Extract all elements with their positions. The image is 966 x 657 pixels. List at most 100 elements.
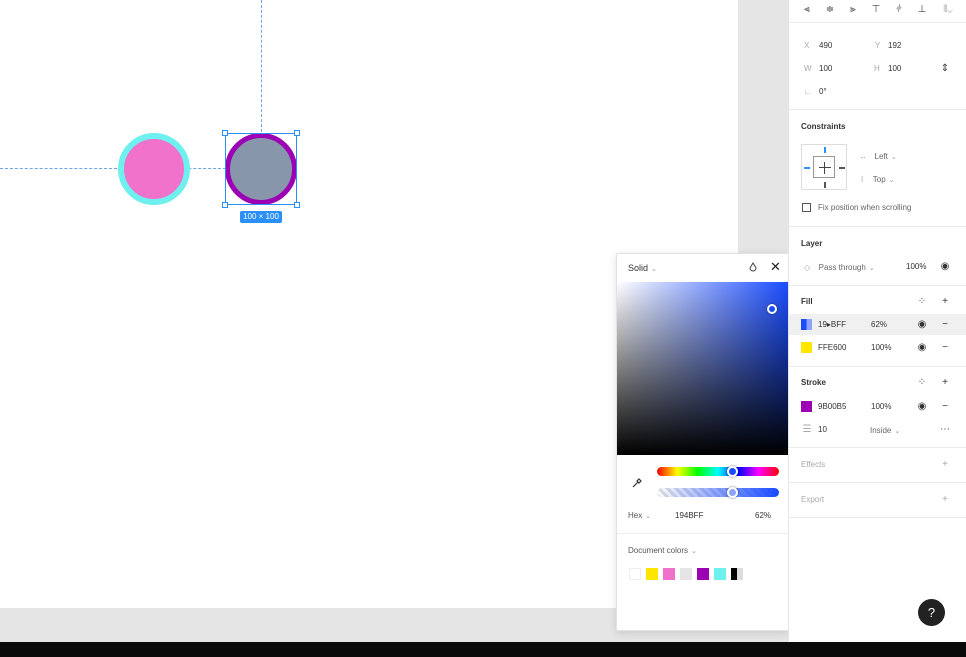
align-bottom-icon[interactable]: ⊥ <box>916 4 928 16</box>
swatch-white[interactable] <box>629 568 641 580</box>
remove-stroke-icon[interactable]: − <box>939 401 951 413</box>
width-input[interactable]: 100 <box>819 64 832 73</box>
constraints-widget[interactable] <box>801 144 847 190</box>
hue-slider-knob[interactable] <box>727 466 738 477</box>
swatch-yellow[interactable] <box>646 568 658 580</box>
opacity-slider[interactable] <box>657 488 779 497</box>
rotation-input[interactable]: 0° <box>819 87 827 96</box>
add-effect-icon[interactable]: + <box>939 459 951 471</box>
color-format-label: Hex <box>628 511 643 520</box>
align-left-icon[interactable]: ⫷ <box>801 4 813 16</box>
x-input[interactable]: 490 <box>819 41 832 50</box>
resize-handle-top-left[interactable] <box>222 130 228 136</box>
chevron-down-icon: ⌄ <box>890 154 897 161</box>
divider <box>789 366 966 367</box>
add-fill-icon[interactable]: + <box>939 296 951 308</box>
eye-icon[interactable]: ◉ <box>916 319 928 331</box>
y-label: Y <box>875 41 881 50</box>
opacity-input[interactable]: 62% <box>755 511 771 520</box>
opacity-slider-knob[interactable] <box>727 487 738 498</box>
constrain-proportions-icon[interactable]: ⇕ <box>939 63 951 75</box>
stroke-position-dropdown[interactable]: Inside ⌄ <box>870 425 900 435</box>
constraint-left-marker[interactable] <box>804 167 810 169</box>
bottom-bar <box>0 642 966 657</box>
swatch-black[interactable] <box>731 568 743 580</box>
divider <box>789 285 966 286</box>
stroke-hex-input[interactable]: 9B00B5 <box>818 402 846 411</box>
fill-type-dropdown[interactable]: Solid ⌄ <box>628 263 657 273</box>
divider <box>789 226 966 227</box>
vertical-constraint-icon: I <box>861 175 864 184</box>
stroke-color-chip[interactable] <box>801 401 812 412</box>
selection-box[interactable] <box>225 133 297 205</box>
constraint-right-marker[interactable] <box>839 167 845 169</box>
vertical-constraint-dropdown[interactable]: I Top ⌄ <box>861 174 895 184</box>
eye-icon[interactable]: ◉ <box>916 401 928 413</box>
fill-color-chip[interactable] <box>801 342 812 353</box>
fill-hex-input[interactable]: FFE600 <box>818 343 846 352</box>
properties-panel: ⫷ ≑ ⫸ ⊤ ⫩ ⊥ ⫴⌄ X 490 Y 192 W 100 H 100 ⇕… <box>788 0 966 642</box>
stroke-opacity-input[interactable]: 100% <box>871 402 891 411</box>
horizontal-constraint-dropdown[interactable]: ↔ Left ⌄ <box>859 151 897 161</box>
y-input[interactable]: 192 <box>888 41 901 50</box>
fix-position-checkbox[interactable] <box>802 203 811 212</box>
add-export-icon[interactable]: + <box>939 494 951 506</box>
align-vertical-center-icon[interactable]: ⫩ <box>893 4 905 16</box>
hex-input[interactable]: 194BFF <box>675 511 703 520</box>
h-label: H <box>874 64 880 73</box>
chevron-down-icon: ⌄ <box>645 513 652 520</box>
eye-icon[interactable]: ◉ <box>916 342 928 354</box>
styles-grid-icon[interactable]: ⁘ <box>916 377 928 389</box>
swatch-pink[interactable] <box>663 568 675 580</box>
constraint-center-v <box>824 162 825 174</box>
w-label: W <box>804 64 812 73</box>
resize-handle-bottom-right[interactable] <box>294 202 300 208</box>
fill-opacity-input[interactable]: 62% <box>871 320 887 329</box>
export-title: Export <box>801 495 825 504</box>
styles-grid-icon[interactable]: ⁘ <box>916 296 928 308</box>
constraint-top-marker[interactable] <box>824 147 826 153</box>
saturation-value-knob[interactable] <box>767 304 777 314</box>
hue-slider[interactable] <box>657 467 779 476</box>
ellipse-shape-pink[interactable] <box>118 133 190 205</box>
swatch-light-gray[interactable] <box>680 568 692 580</box>
align-horizontal-center-icon[interactable]: ≑ <box>824 4 836 16</box>
stroke-weight-input[interactable]: 10 <box>818 425 827 434</box>
blend-mode-value: Pass through <box>818 263 866 272</box>
swatch-purple[interactable] <box>697 568 709 580</box>
resize-handle-top-right[interactable] <box>294 130 300 136</box>
color-picker-header: Solid ⌄ ✕ <box>617 254 790 281</box>
stroke-title: Stroke <box>801 378 826 387</box>
fill-title: Fill <box>801 297 813 306</box>
align-right-icon[interactable]: ⫸ <box>847 4 859 16</box>
more-options-icon[interactable]: ⋯ <box>939 424 951 436</box>
chevron-down-icon: ⌄ <box>691 548 697 555</box>
blend-drop-icon[interactable] <box>748 262 758 272</box>
close-icon[interactable]: ✕ <box>769 260 782 273</box>
eyedropper-icon[interactable] <box>631 477 643 489</box>
divider <box>789 482 966 483</box>
remove-fill-icon[interactable]: − <box>939 342 951 354</box>
saturation-value-area[interactable] <box>617 282 790 455</box>
constraint-bottom-marker[interactable] <box>824 182 826 188</box>
fill-opacity-input[interactable]: 100% <box>871 343 891 352</box>
add-stroke-icon[interactable]: + <box>939 377 951 389</box>
fill-hex-input[interactable]: 19▸BFF <box>818 320 846 329</box>
x-label: X <box>804 41 810 50</box>
blend-mode-dropdown[interactable]: ◇ Pass through ⌄ <box>804 262 875 272</box>
selection-size-label: 100 × 100 <box>240 211 282 223</box>
swatch-cyan[interactable] <box>714 568 726 580</box>
layer-opacity-input[interactable]: 100% <box>906 262 926 271</box>
distribute-menu-icon[interactable]: ⫴⌄ <box>937 4 959 16</box>
align-top-icon[interactable]: ⊤ <box>870 4 882 16</box>
divider <box>789 517 966 518</box>
height-input[interactable]: 100 <box>888 64 901 73</box>
fill-color-chip[interactable] <box>801 319 812 330</box>
document-color-swatches <box>629 568 743 581</box>
color-format-dropdown[interactable]: Hex ⌄ <box>628 511 651 520</box>
help-button[interactable]: ? <box>918 599 945 626</box>
document-colors-dropdown[interactable]: Document colors ⌄ <box>628 546 697 555</box>
eye-icon[interactable]: ◉ <box>939 261 951 273</box>
remove-fill-icon[interactable]: − <box>939 319 951 331</box>
resize-handle-bottom-left[interactable] <box>222 202 228 208</box>
